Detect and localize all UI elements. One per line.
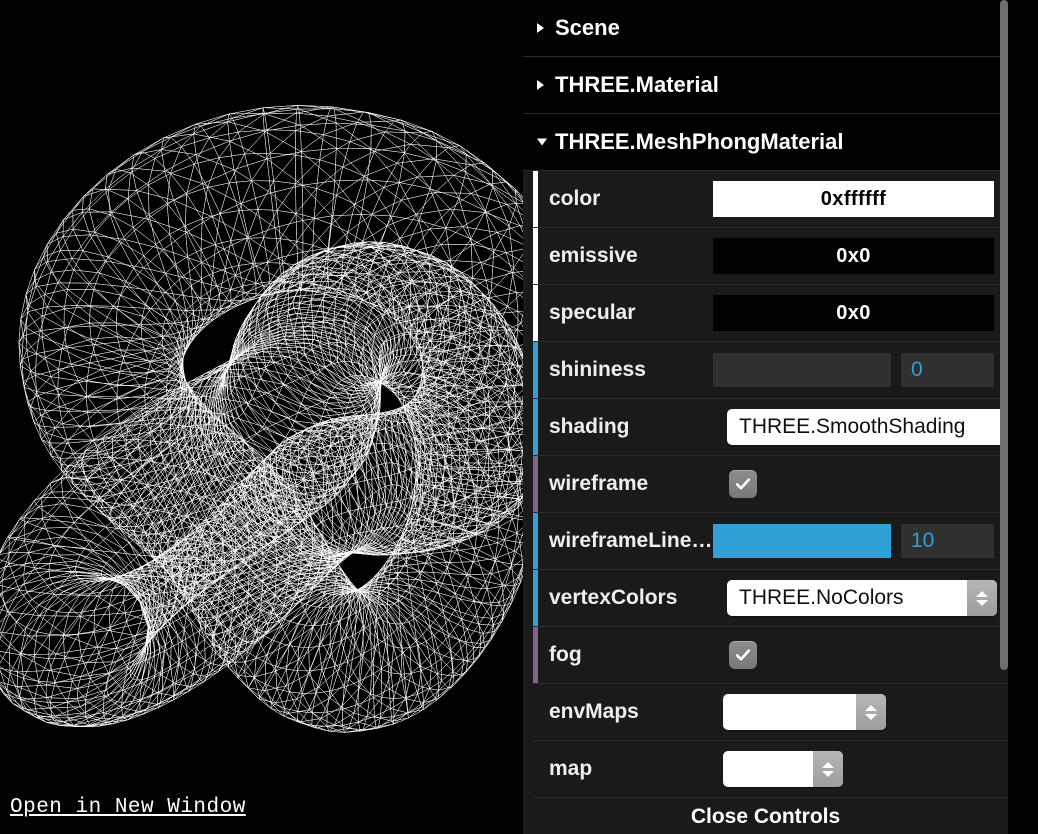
dat-gui-panel[interactable]: Scene THREE.Material THREE.MeshPhongMateri… xyxy=(523,0,1008,800)
slider-wireframeline[interactable] xyxy=(713,524,891,558)
chevron-right-icon xyxy=(537,80,544,90)
gui-row-type-stripe xyxy=(533,513,538,569)
chevron-up-icon xyxy=(822,761,834,768)
select-envmaps[interactable] xyxy=(723,694,886,730)
gui-row-label: wireframe xyxy=(549,472,649,495)
checkmark-icon xyxy=(735,478,751,490)
color-value-text: 0x0 xyxy=(836,244,871,267)
gui-folder-three-meshphongmaterial[interactable]: THREE.MeshPhongMaterial xyxy=(523,114,1008,171)
gui-folder-label: THREE.MeshPhongMaterial xyxy=(555,129,844,154)
chevron-down-icon xyxy=(865,713,877,720)
gui-row-wireframe[interactable]: wireframe xyxy=(533,456,1008,513)
gui-row-map[interactable]: map xyxy=(533,741,1008,798)
gui-folder-label: Scene xyxy=(555,15,620,40)
gui-row-type-stripe xyxy=(533,342,538,398)
checkbox-wireframe[interactable] xyxy=(729,470,757,498)
gui-folder-three-material[interactable]: THREE.Material xyxy=(523,57,1008,114)
gui-row-emissive[interactable]: emissive 0x0 xyxy=(533,228,1008,285)
gui-row-type-stripe xyxy=(533,285,538,341)
close-controls-button[interactable]: Close Controls xyxy=(523,800,1008,834)
gui-row-label: fog xyxy=(549,643,582,666)
stepper-arrows-icon[interactable] xyxy=(856,694,886,730)
number-field-wireframeline[interactable]: 10 xyxy=(901,524,994,558)
chevron-up-icon xyxy=(976,590,988,597)
chevron-down-icon xyxy=(976,599,988,606)
gui-row-label: vertexColors xyxy=(549,586,678,609)
gui-row-type-stripe xyxy=(533,171,538,227)
gui-row-label: specular xyxy=(549,301,636,324)
gui-row-type-stripe xyxy=(533,570,538,626)
gui-controls-list: Scene THREE.Material THREE.MeshPhongMateri… xyxy=(523,0,1008,798)
gui-row-vertexcolors[interactable]: vertexColors THREE.NoColors xyxy=(533,570,1008,627)
select-value-text: THREE.SmoothShading xyxy=(739,415,966,438)
select-shading[interactable]: THREE.SmoothShading xyxy=(727,409,1008,445)
gui-row-type-stripe xyxy=(533,399,538,455)
gui-row-label: color xyxy=(549,187,601,210)
gui-row-label: shininess xyxy=(549,358,646,381)
slider-fill xyxy=(713,524,891,558)
gui-row-color[interactable]: color 0xffffff xyxy=(533,171,1008,228)
gui-row-type-stripe xyxy=(533,228,538,284)
slider-shininess[interactable] xyxy=(713,353,891,387)
color-swatch-color[interactable]: 0xffffff xyxy=(713,181,994,217)
gui-scrollbar[interactable] xyxy=(1000,0,1008,670)
number-value-text: 10 xyxy=(911,529,935,552)
stepper-arrows-icon[interactable] xyxy=(813,751,843,787)
gui-folder-scene[interactable]: Scene xyxy=(523,0,1008,57)
gui-row-type-stripe xyxy=(533,456,538,512)
checkmark-icon xyxy=(735,649,751,661)
gui-row-envmaps[interactable]: envMaps xyxy=(533,684,1008,741)
gui-row-label: shading xyxy=(549,415,630,438)
gui-row-label: map xyxy=(549,757,593,780)
gui-row-shading[interactable]: shading THREE.SmoothShading xyxy=(533,399,1008,456)
gui-row-label: wireframeLine… xyxy=(549,529,713,552)
gui-row-fog[interactable]: fog xyxy=(533,627,1008,684)
color-value-text: 0xffffff xyxy=(820,187,887,210)
select-map[interactable] xyxy=(723,751,843,787)
stepper-arrows-icon[interactable] xyxy=(967,580,997,616)
select-vertexcolors[interactable]: THREE.NoColors xyxy=(727,580,997,616)
chevron-right-icon xyxy=(537,23,544,33)
select-value-text: THREE.NoColors xyxy=(739,586,904,609)
chevron-up-icon xyxy=(865,704,877,711)
number-field-shininess[interactable]: 0 xyxy=(901,353,994,387)
open-in-new-window-link[interactable]: Open in New Window xyxy=(10,796,246,819)
chevron-down-icon xyxy=(822,770,834,777)
gui-folder-label: THREE.Material xyxy=(555,72,719,97)
checkbox-fog[interactable] xyxy=(729,641,757,669)
gui-row-wireframeline[interactable]: wireframeLine… 10 xyxy=(533,513,1008,570)
gui-row-specular[interactable]: specular 0x0 xyxy=(533,285,1008,342)
chevron-down-icon xyxy=(537,138,547,146)
number-value-text: 0 xyxy=(911,358,923,381)
color-swatch-emissive[interactable]: 0x0 xyxy=(713,238,994,274)
gui-row-type-stripe xyxy=(533,627,538,683)
gui-row-label: envMaps xyxy=(549,700,639,723)
color-swatch-specular[interactable]: 0x0 xyxy=(713,295,994,331)
gui-row-label: emissive xyxy=(549,244,638,267)
color-value-text: 0x0 xyxy=(836,301,871,324)
gui-row-shininess[interactable]: shininess 0 xyxy=(533,342,1008,399)
